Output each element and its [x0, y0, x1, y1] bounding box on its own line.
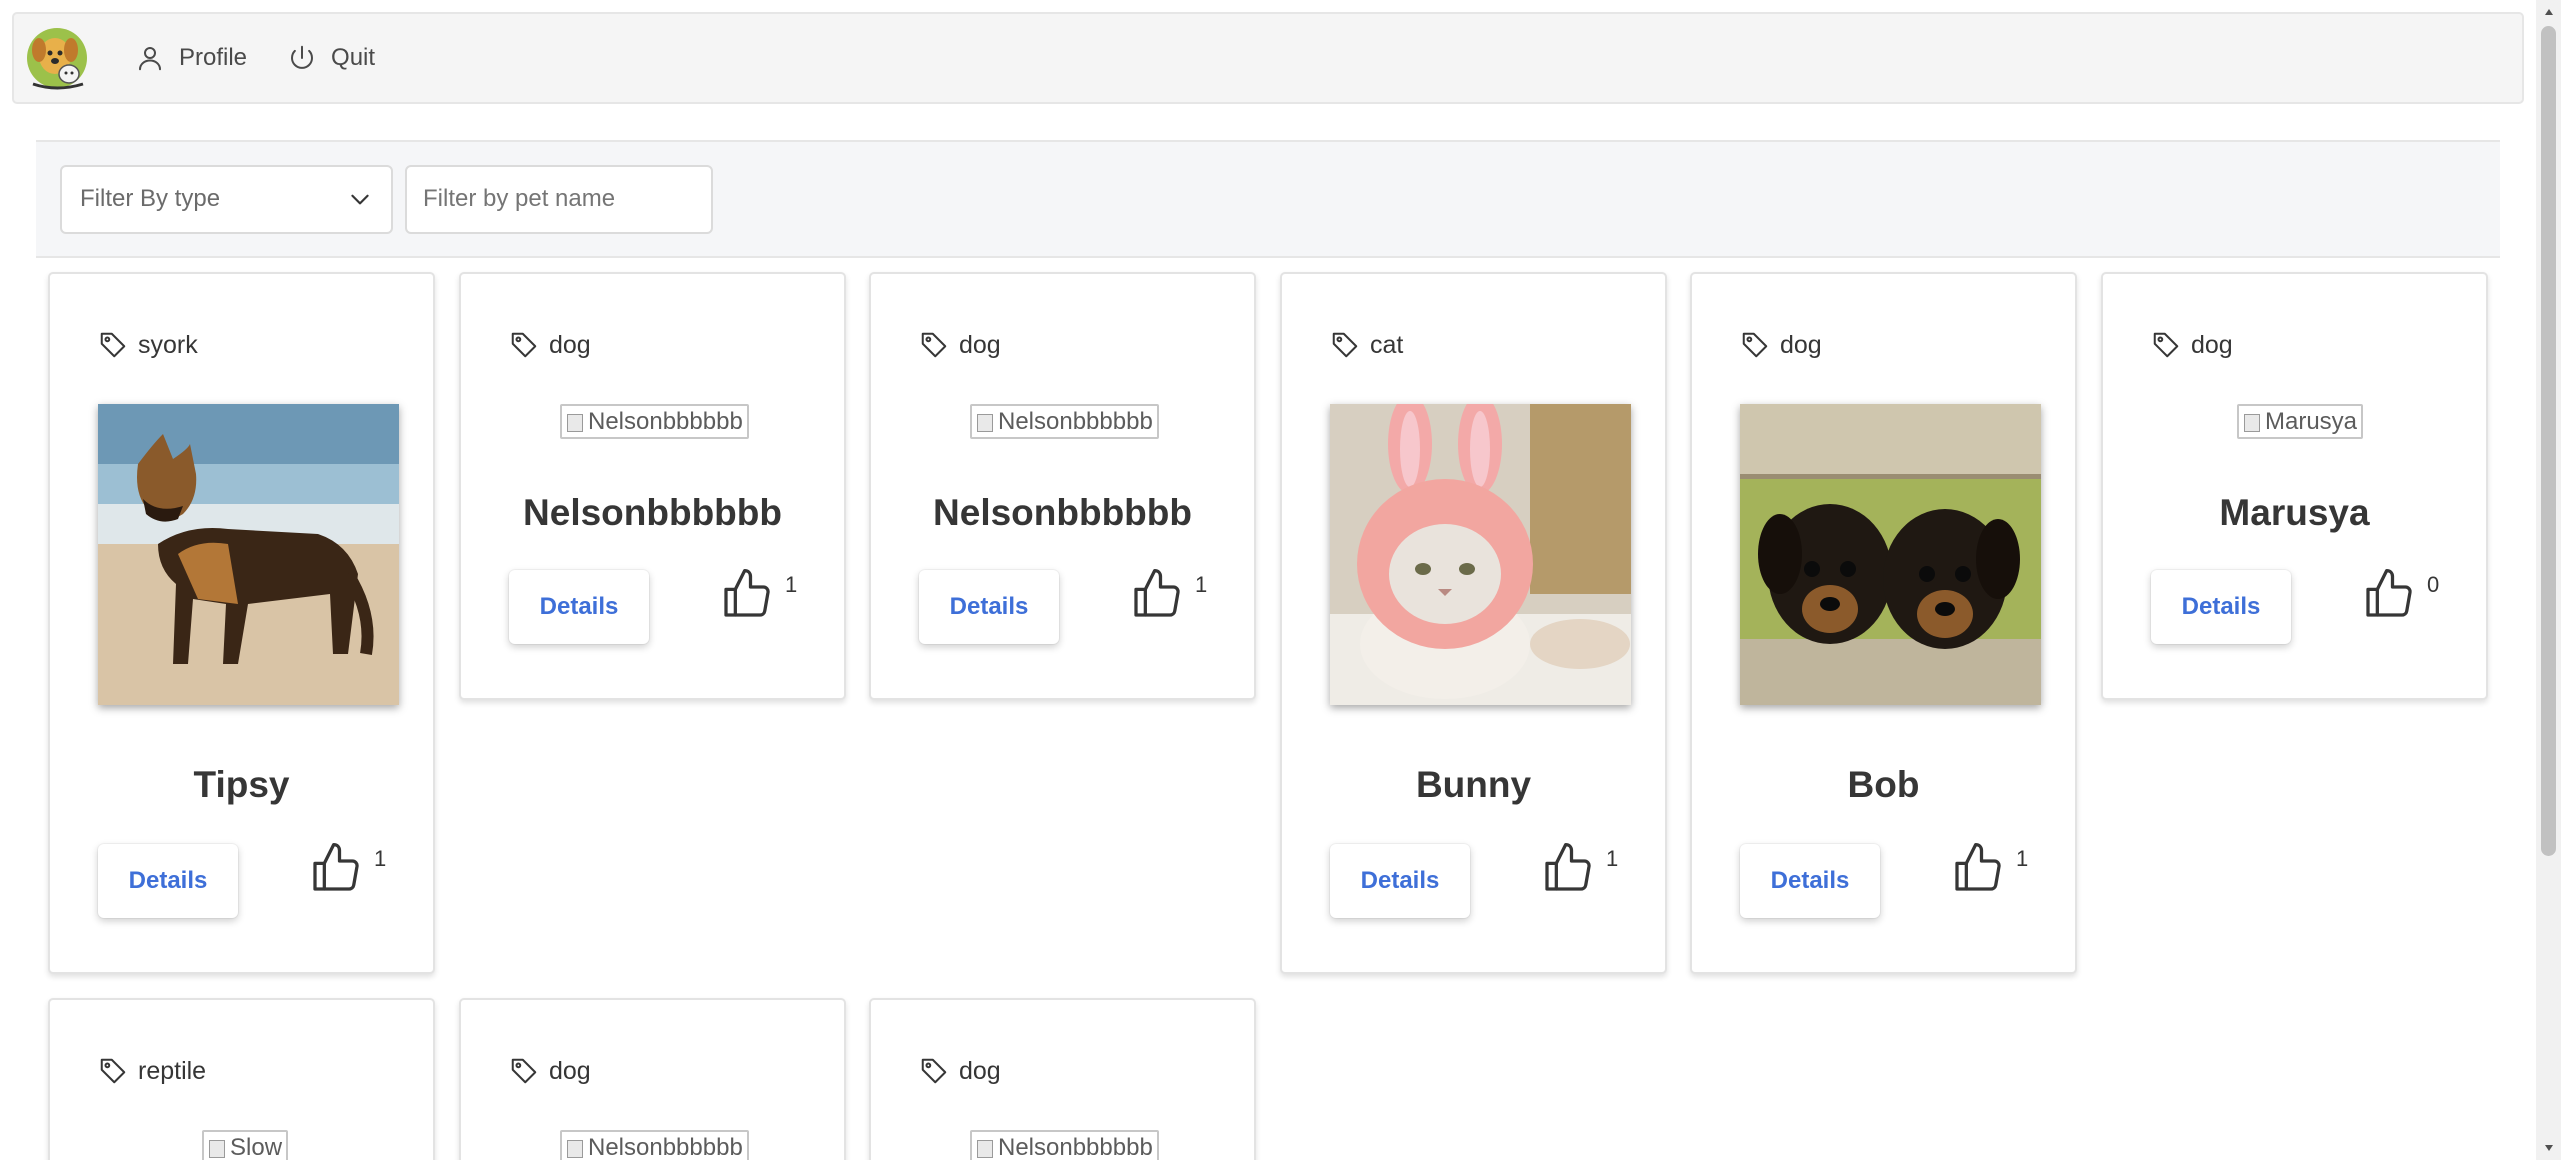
pet-type-tag: dog [1740, 330, 1822, 360]
nav-profile[interactable]: Profile [115, 14, 267, 102]
pet-type-tag: syork [98, 330, 198, 360]
details-button[interactable]: Details [1740, 844, 1880, 918]
thumbs-up-icon [1545, 843, 1591, 891]
pet-card: syork Tipsy Details 1 [48, 272, 435, 974]
scroll-up-arrow-icon[interactable] [2536, 0, 2561, 24]
pet-type-tag: dog [509, 330, 591, 360]
pet-name: Bob [1847, 764, 1920, 805]
pet-type-label: cat [1370, 330, 1404, 359]
pet-card: cat Bunny Details 1 [1280, 272, 1667, 974]
like-count: 1 [785, 572, 798, 597]
scroll-down-arrow-icon[interactable] [2536, 1136, 2561, 1160]
pet-name: Nelsonbbbbbb [933, 492, 1192, 533]
thumbs-up-icon [2366, 569, 2412, 617]
pet-photo [1330, 404, 1631, 705]
pet-name: Bunny [1415, 764, 1532, 805]
type-filter-select[interactable]: Filter By type [60, 164, 393, 234]
pet-card: reptile Slow [48, 998, 435, 1160]
like-count: 1 [1195, 572, 1208, 597]
pet-type-tag: dog [919, 330, 1001, 360]
pet-type-label: dog [549, 1056, 591, 1085]
tag-icon [511, 332, 537, 358]
nav-quit-label: Quit [331, 44, 376, 71]
pet-card: dog Marusya Marusya Details 0 [2101, 272, 2488, 700]
thumbs-up-icon [724, 569, 770, 617]
tag-icon [921, 332, 947, 358]
tag-icon [100, 1058, 126, 1084]
pet-type-tag: dog [509, 1056, 591, 1086]
pet-card: dog Nelsonbbbbbb [869, 998, 1256, 1160]
filter-bar: Filter By type [36, 140, 2500, 258]
like-button[interactable]: 1 [1950, 840, 2028, 896]
like-count: 0 [2427, 572, 2440, 597]
cat-bunny-hat-photo [1330, 404, 1631, 705]
top-navbar: Profile Quit [12, 12, 2524, 104]
scrollbar-thumb[interactable] [2541, 26, 2556, 856]
broken-image: Slow [202, 1130, 289, 1160]
like-button[interactable]: 1 [1129, 566, 1207, 622]
details-button[interactable]: Details [1330, 844, 1470, 918]
type-filter-value: Filter By type [80, 185, 221, 212]
tag-icon [100, 332, 126, 358]
like-button[interactable]: 1 [308, 840, 386, 896]
like-button[interactable]: 0 [2361, 566, 2439, 622]
tag-icon [2153, 332, 2179, 358]
pet-type-tag: dog [919, 1056, 1001, 1086]
details-button[interactable]: Details [919, 570, 1059, 644]
pet-card: dog Nelsonbbbbbb Nelsonbbbbbb Details 1 [459, 272, 846, 700]
thumbs-up-icon [313, 843, 359, 891]
tag-icon [1742, 332, 1768, 358]
pet-card: dog Nelsonbbbbbb [459, 998, 846, 1160]
pet-type-label: dog [2191, 330, 2233, 359]
nav-quit[interactable]: Quit [267, 14, 395, 102]
like-button[interactable]: 1 [1540, 840, 1618, 896]
pet-card: dog Nelsonbbbbbb Nelsonbbbbbb Details 1 [869, 272, 1256, 700]
page-scrollbar[interactable] [2536, 0, 2561, 1160]
pet-type-label: reptile [138, 1056, 207, 1085]
broken-image: Nelsonbbbbbb [970, 1130, 1159, 1160]
details-button[interactable]: Details [98, 844, 238, 918]
pet-type-tag: reptile [98, 1056, 206, 1086]
like-count: 1 [2016, 846, 2029, 871]
two-puppies-photo [1740, 404, 2041, 705]
pet-type-label: dog [959, 1056, 1001, 1085]
tag-icon [1332, 332, 1358, 358]
details-button[interactable]: Details [509, 570, 649, 644]
broken-image: Marusya [2237, 404, 2364, 439]
pet-type-label: dog [959, 330, 1001, 359]
thumbs-up-icon [1955, 843, 2001, 891]
pet-name-filter-input[interactable] [405, 164, 713, 234]
broken-image: Nelsonbbbbbb [970, 404, 1159, 439]
pet-name: Nelsonbbbbbb [523, 492, 782, 533]
nav-profile-label: Profile [179, 44, 248, 71]
thumbs-up-icon [1134, 569, 1180, 617]
pet-type-tag: cat [1330, 330, 1403, 360]
like-count: 1 [374, 846, 387, 871]
tag-icon [511, 1058, 537, 1084]
user-icon [139, 47, 161, 71]
broken-image: Nelsonbbbbbb [560, 1130, 749, 1160]
pet-photo [98, 404, 399, 705]
pet-card: dog Bob Details 1 [1690, 272, 2077, 974]
chevron-down-icon [351, 194, 369, 205]
pet-name: Marusya [2219, 492, 2370, 533]
pet-photo [1740, 404, 2041, 705]
like-count: 1 [1606, 846, 1619, 871]
details-button[interactable]: Details [2151, 570, 2291, 644]
pet-type-label: dog [549, 330, 591, 359]
pets-logo-icon[interactable] [25, 26, 89, 90]
pet-type-tag: dog [2151, 330, 2233, 360]
broken-image: Nelsonbbbbbb [560, 404, 749, 439]
german-shepherd-photo [98, 404, 399, 705]
pet-type-label: syork [138, 330, 198, 359]
pet-type-label: dog [1780, 330, 1822, 359]
tag-icon [921, 1058, 947, 1084]
power-icon [291, 45, 314, 69]
pet-name: Tipsy [193, 764, 290, 805]
like-button[interactable]: 1 [719, 566, 797, 622]
